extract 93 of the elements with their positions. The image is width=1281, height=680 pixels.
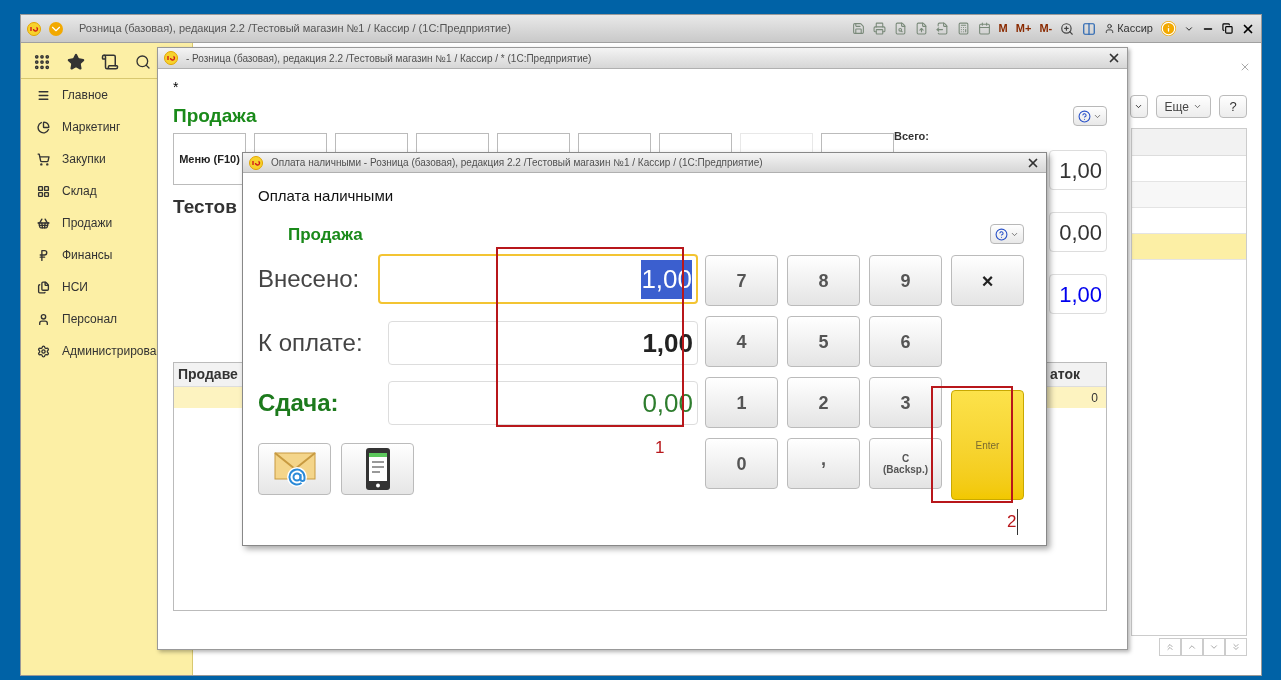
- annotation-number: 2: [1007, 509, 1019, 535]
- sidebar-item[interactable]: Финансы: [21, 239, 192, 271]
- chevron-icon: [1165, 642, 1175, 652]
- amount-field: 1,00: [1049, 150, 1107, 190]
- toolbar-button[interactable]: Меню (F10): [173, 133, 246, 185]
- logo-icon: [27, 21, 41, 36]
- section-icon: [37, 184, 50, 198]
- search-icon[interactable]: [135, 53, 151, 70]
- window-title: - Розница (базовая), редакция 2.2 /Тестовый магазин №1 / Кассир / * (1С:Предприятие): [186, 51, 593, 66]
- phone-icon: [364, 447, 391, 491]
- keypad-key[interactable]: 5: [787, 316, 860, 367]
- enter-key[interactable]: Enter: [951, 390, 1024, 500]
- modified-mark: *: [173, 78, 180, 95]
- user-icon: [1104, 23, 1116, 34]
- keypad-key[interactable]: C (Backsp.): [869, 438, 942, 489]
- window-title: Оплата наличными - Розница (базовая), редакция 2.2 /Тестовый магазин №1 / Кассир / (1С:Предприятие): [271, 156, 764, 170]
- column-header: аток: [1050, 365, 1082, 384]
- section-icon: [37, 312, 50, 326]
- field-label: Сдача:: [258, 388, 339, 418]
- section-icon: [37, 216, 50, 230]
- scroll-nav-button[interactable]: [1225, 638, 1247, 656]
- help-dropdown-button[interactable]: [990, 224, 1024, 245]
- annotation-number: 1: [655, 437, 665, 459]
- info-icon[interactable]: [1161, 21, 1176, 36]
- dialog-heading: Оплата наличными: [258, 186, 395, 206]
- sidebar-item[interactable]: НСИ: [21, 271, 192, 303]
- field-label: Внесено:: [258, 264, 360, 294]
- keypad-key[interactable]: 8: [787, 255, 860, 306]
- user-button[interactable]: Кассир: [1104, 20, 1153, 37]
- upload-icon[interactable]: [914, 22, 928, 35]
- app-title: Розница (базовая), редакция 2.2 /Тестовый магазин №1 / Кассир / (1С:Предприятие): [79, 21, 512, 37]
- amount-field: 0,00: [1049, 212, 1107, 252]
- caret-icon: [1134, 102, 1144, 111]
- form-heading: Продажа: [173, 103, 257, 128]
- total-label: Всего:: [894, 130, 930, 142]
- memory-button[interactable]: M-: [1039, 20, 1053, 37]
- keypad-key[interactable]: 1: [705, 377, 778, 428]
- section-icon: [37, 88, 50, 102]
- table-cell-text: 0: [1091, 389, 1098, 407]
- keypad-key[interactable]: 3: [869, 377, 942, 428]
- apps-grid-icon[interactable]: [33, 52, 51, 71]
- help-icon: [1078, 109, 1091, 123]
- document-icon[interactable]: [935, 22, 949, 35]
- keypad-key[interactable]: 0: [705, 438, 778, 489]
- dialog-subheading: Продажа: [288, 223, 363, 246]
- chevron-icon: [1209, 642, 1219, 652]
- printer-icon[interactable]: [872, 22, 886, 35]
- zoom-icon[interactable]: [1060, 21, 1075, 36]
- logo-icon: [164, 51, 178, 65]
- more-button[interactable]: Еще: [1155, 95, 1211, 118]
- keypad-key[interactable]: 9: [869, 255, 942, 306]
- keypad-key[interactable]: 2: [787, 377, 860, 428]
- keypad-key[interactable]: 7: [705, 255, 778, 306]
- calendar-icon[interactable]: [977, 22, 991, 35]
- clear-key[interactable]: ×: [951, 255, 1024, 306]
- amount-field: 1,00: [1049, 274, 1107, 314]
- caret-icon: [1193, 102, 1202, 111]
- sidebar-item[interactable]: Администрирова: [21, 335, 192, 367]
- scroll-nav-button[interactable]: [1181, 638, 1203, 656]
- help-dropdown-button[interactable]: [1073, 106, 1107, 126]
- panels-icon[interactable]: [1082, 21, 1097, 36]
- logo-icon: [249, 155, 263, 170]
- keypad-key[interactable]: 4: [705, 316, 778, 367]
- preview-icon[interactable]: [893, 22, 907, 35]
- menu-caret-icon[interactable]: [49, 21, 63, 36]
- restore-icon[interactable]: [1222, 23, 1233, 34]
- favorites-star-icon[interactable]: [67, 52, 85, 71]
- chevron-icon: [1231, 642, 1241, 652]
- section-icon: [37, 248, 50, 262]
- section-icon: [37, 344, 50, 358]
- scroll-nav-button[interactable]: [1159, 638, 1181, 656]
- keypad-key[interactable]: 6: [869, 316, 942, 367]
- close-icon[interactable]: [1107, 51, 1121, 65]
- chevron-icon: [1187, 642, 1197, 652]
- calculator-icon[interactable]: [956, 22, 970, 35]
- section-icon: [37, 120, 50, 134]
- history-icon[interactable]: [101, 52, 119, 71]
- section-icon: [37, 152, 50, 166]
- memory-button[interactable]: M+: [1015, 20, 1032, 37]
- help-icon: [995, 227, 1008, 241]
- field-label: К оплате:: [258, 328, 363, 358]
- sidebar-item[interactable]: Персонал: [21, 303, 192, 335]
- email-button[interactable]: [258, 443, 331, 495]
- help-button[interactable]: ?: [1219, 95, 1247, 118]
- sms-button[interactable]: [341, 443, 414, 495]
- save-icon[interactable]: [851, 22, 865, 35]
- column-header: Продаве: [177, 365, 238, 384]
- scroll-nav-button[interactable]: [1203, 638, 1225, 656]
- keypad-key[interactable]: ,: [787, 438, 860, 489]
- section-icon: [37, 280, 50, 294]
- envelope-at-icon: [272, 449, 317, 489]
- memory-button[interactable]: M: [998, 20, 1008, 37]
- store-name: Тестов: [173, 195, 237, 219]
